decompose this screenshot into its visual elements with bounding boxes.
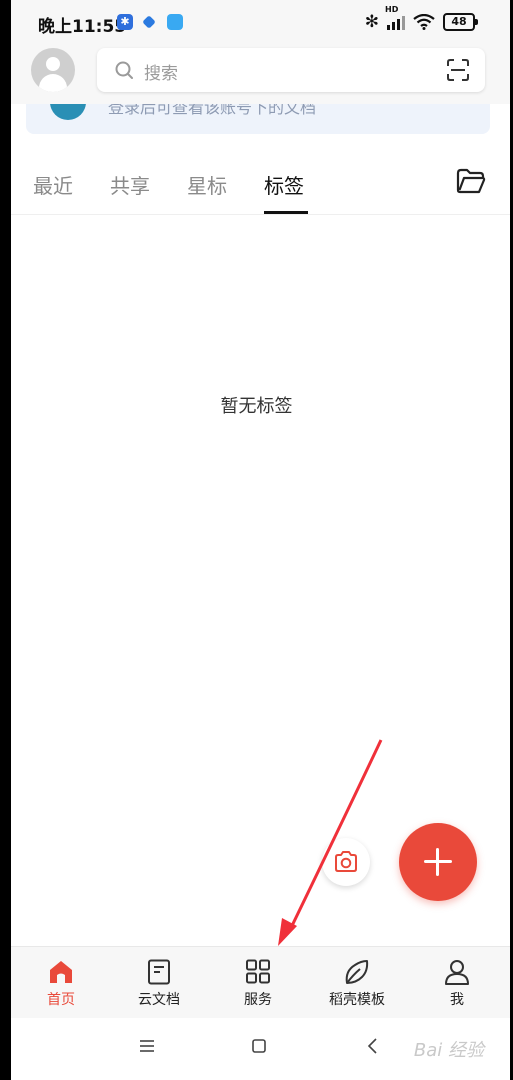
network-badge: HD bbox=[385, 5, 399, 14]
banner-icon bbox=[50, 104, 86, 120]
battery-indicator: 48 bbox=[443, 13, 478, 31]
nav-label: 首页 bbox=[47, 992, 75, 1008]
nav-label: 云文档 bbox=[138, 992, 180, 1008]
app-notification-icon bbox=[167, 14, 183, 30]
bluetooth-badge-icon: ✱ bbox=[117, 14, 133, 30]
camera-icon bbox=[335, 851, 357, 872]
grid-icon bbox=[246, 959, 270, 984]
back-icon[interactable] bbox=[365, 1038, 381, 1054]
avatar[interactable] bbox=[31, 48, 75, 92]
login-banner[interactable]: 登录后可查看该账号下的文档 bbox=[26, 104, 490, 134]
tab-active-indicator bbox=[264, 211, 308, 214]
nav-item-home[interactable]: 首页 bbox=[11, 947, 111, 1019]
nav-item-services[interactable]: 服务 bbox=[208, 947, 308, 1019]
bottom-nav: 首页 云文档 服务 稻壳模板 我 bbox=[11, 946, 510, 1019]
wifi-icon bbox=[413, 14, 435, 30]
tab-bar: 最近 共享 星标 标签 bbox=[11, 150, 510, 215]
document-icon bbox=[148, 959, 170, 985]
home-icon bbox=[50, 961, 72, 983]
search-input[interactable]: 搜索 bbox=[97, 48, 485, 92]
add-button[interactable] bbox=[399, 823, 477, 901]
system-nav-bar: Bai 经验 bbox=[11, 1018, 510, 1080]
status-bar: 晚上11:55 ✱ ✻ HD 48 bbox=[0, 0, 513, 44]
search-placeholder: 搜索 bbox=[144, 64, 178, 84]
status-time: 晚上11:55 bbox=[38, 17, 127, 37]
nav-item-me[interactable]: 我 bbox=[407, 947, 507, 1019]
search-icon bbox=[115, 61, 133, 79]
person-icon bbox=[445, 960, 469, 985]
signal-icon bbox=[387, 14, 405, 30]
bluetooth-icon: ✻ bbox=[364, 12, 379, 32]
menu-icon[interactable] bbox=[139, 1038, 155, 1054]
watermark: Bai 经验 bbox=[413, 1040, 484, 1061]
camera-button[interactable] bbox=[322, 838, 370, 886]
scan-icon[interactable] bbox=[447, 59, 469, 81]
header: 搜索 bbox=[11, 44, 510, 104]
nav-label: 稻壳模板 bbox=[329, 992, 385, 1008]
banner-text: 登录后可查看该账号下的文档 bbox=[108, 104, 317, 117]
folder-icon[interactable] bbox=[456, 168, 486, 194]
nav-item-templates[interactable]: 稻壳模板 bbox=[307, 947, 407, 1019]
tab-starred[interactable]: 星标 bbox=[187, 170, 227, 199]
tab-tags[interactable]: 标签 bbox=[264, 170, 304, 199]
status-indicators: ✻ HD 48 bbox=[364, 5, 478, 32]
tab-recent[interactable]: 最近 bbox=[33, 170, 73, 199]
signal-group: HD bbox=[385, 5, 405, 30]
home-square-icon[interactable] bbox=[251, 1038, 267, 1054]
tab-shared[interactable]: 共享 bbox=[110, 170, 150, 199]
nav-label: 我 bbox=[450, 992, 464, 1008]
empty-state-text: 暂无标签 bbox=[220, 396, 293, 417]
leaf-icon bbox=[345, 960, 369, 984]
app-hex-icon bbox=[142, 15, 156, 29]
nav-label: 服务 bbox=[244, 992, 272, 1008]
nav-item-cloud-docs[interactable]: 云文档 bbox=[109, 947, 209, 1019]
